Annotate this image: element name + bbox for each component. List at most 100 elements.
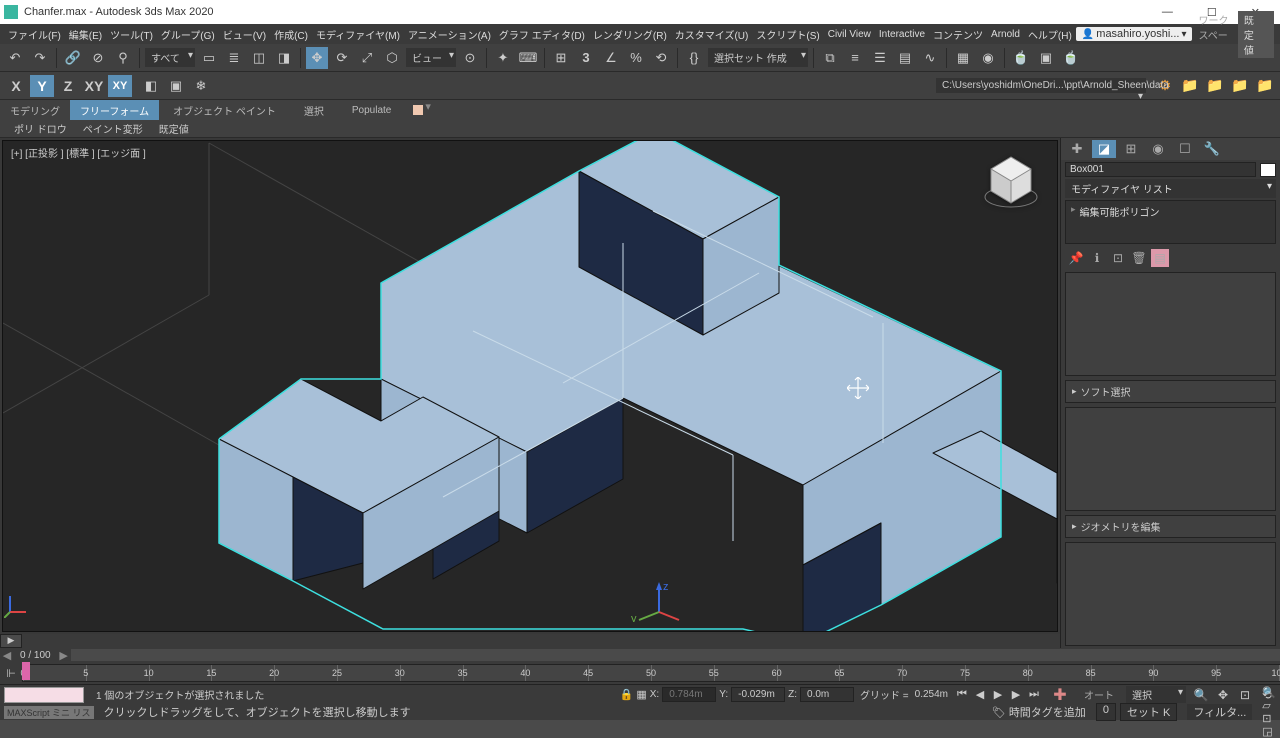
link-icon[interactable]: 🔗 [62,47,84,69]
menu-arnold[interactable]: Arnold [987,29,1024,40]
rollout-edit-geometry[interactable]: ジオメトリを編集 [1065,515,1276,538]
axis-y-button[interactable]: Y [30,75,54,97]
search-icon[interactable]: 🔍 [1192,688,1210,702]
coord-z-field[interactable]: 0.0m [800,687,854,702]
render-frame-icon[interactable]: ▣ [1035,47,1057,69]
motion-tab-icon[interactable]: ◉ [1146,140,1170,158]
play-icon[interactable]: ▶ [990,688,1006,701]
viewport-label[interactable]: [+] [正投影 ] [標準 ] [エッジ面 ] [11,145,146,160]
ribbon-toggle-icon[interactable] [413,105,423,115]
key-mode-icon[interactable]: ✚ [1048,685,1072,705]
project-path-field[interactable]: C:\Users\yoshidm\OneDri...\ppt\Arnold_Sh… [936,78,1146,93]
tab-populate[interactable]: Populate [338,100,405,120]
auto-key-label[interactable]: オート [1078,687,1120,702]
zoom-region-icon[interactable]: 🔍 [1262,686,1276,699]
select-move-icon[interactable]: ✥ [306,47,328,69]
menu-create[interactable]: 作成(C) [270,27,312,42]
object-color-swatch[interactable] [1260,163,1276,177]
render-setup-icon[interactable]: 🍵 [1010,47,1032,69]
axis-xy2-button[interactable]: XY [108,75,132,97]
time-slider-track[interactable] [71,649,1280,661]
undo-icon[interactable]: ↶ [4,47,26,69]
min-max-icon[interactable]: ◲ [1262,725,1276,738]
menu-render[interactable]: レンダリング(R) [589,27,671,42]
tab-freeform[interactable]: フリーフォーム [70,100,159,120]
create-tab-icon[interactable]: ✚ [1065,140,1089,158]
use-pivot-icon[interactable]: ⊙ [459,47,481,69]
select-rotate-icon[interactable]: ⟳ [331,47,353,69]
material-editor-icon[interactable]: ◉ [977,47,999,69]
set-key-button[interactable]: セット K [1120,703,1177,721]
menu-group[interactable]: グループ(G) [157,27,219,42]
folder1-icon[interactable]: 📁 [1179,75,1201,97]
freeze-icon[interactable]: ❄ [190,75,212,97]
menu-help[interactable]: ヘルプ(H) [1024,27,1076,42]
ribbon-icon[interactable]: ▤ [894,47,916,69]
stack-item-editable-poly[interactable]: 編集可能ポリゴン [1068,203,1273,220]
viewport-expand-button[interactable]: ▶ [0,634,22,648]
goto-start-icon[interactable]: ⏮ [954,688,970,701]
hierarchy-tab-icon[interactable]: ⊞ [1119,140,1143,158]
snap-3d-icon[interactable]: 3 [575,47,597,69]
timeline-marker[interactable] [22,662,30,680]
remove-mod-icon[interactable]: 🗑 [1130,249,1148,267]
modifier-list-dropdown[interactable]: モディファイヤ リスト [1065,179,1276,198]
menu-customize[interactable]: カスタマイズ(U) [671,27,753,42]
trackbar-icon[interactable]: ⊩ [0,667,22,680]
layer-icon[interactable]: ☰ [869,47,891,69]
slider-left-button[interactable]: ◀ [0,649,14,662]
axis-xy-button[interactable]: XY [82,75,106,97]
schematic-icon[interactable]: ▦ [952,47,974,69]
time-tag-button[interactable]: 🏷 時間タグを追加 [992,704,1086,720]
menu-interactive[interactable]: Interactive [875,29,929,40]
pan-icon[interactable]: ✥ [1214,688,1232,702]
workspace-dropdown[interactable]: 既定値 [1238,11,1274,58]
mirror-icon[interactable]: ⧉ [819,47,841,69]
zoom-extents-icon[interactable]: ⊡ [1236,688,1254,702]
angle-snap-icon[interactable]: ∠ [600,47,622,69]
edit-named-sel-icon[interactable]: {} [683,47,705,69]
isolate-icon[interactable]: ◧ [140,75,162,97]
unhide-icon[interactable]: ▣ [165,75,187,97]
selection-filter-dropdown[interactable]: すべて [145,48,195,67]
timeline-ruler[interactable]: 0510152025303540455055606570758085909510… [22,664,1280,682]
user-badge[interactable]: masahiro.yoshi...▾ [1076,27,1193,41]
coord-y-field[interactable]: -0.029m [731,687,785,702]
isolate-sel-icon[interactable]: ▦ [636,688,646,701]
unlink-icon[interactable]: ⊘ [87,47,109,69]
menu-animation[interactable]: アニメーション(A) [404,27,495,42]
menu-edit[interactable]: 編集(E) [65,27,106,42]
tab-modeling[interactable]: モデリング [0,100,70,120]
bind-icon[interactable]: ⚲ [112,47,134,69]
slider-right-button[interactable]: ▶ [57,649,71,662]
subtab-polydraw[interactable]: ポリ ドロウ [6,120,75,137]
align-icon[interactable]: ≡ [844,47,866,69]
menu-file[interactable]: ファイル(F) [4,27,65,42]
tab-selection[interactable]: 選択 [290,100,338,120]
maxscript-label[interactable]: MAXScript ミニ リス [4,706,94,719]
key-filter-dropdown[interactable]: 選択 [1126,686,1186,703]
display-tab-icon[interactable]: ☐ [1173,140,1197,158]
select-manipulate-icon[interactable]: ✦ [492,47,514,69]
keyboard-shortcut-icon[interactable]: ⌨ [517,47,539,69]
material-preview-swatch[interactable] [4,687,84,703]
select-object-icon[interactable]: ▭ [198,47,220,69]
coord-x-field[interactable]: 0.784m [662,687,716,702]
select-place-icon[interactable]: ⬡ [381,47,403,69]
next-frame-icon[interactable]: ▶ [1008,688,1024,701]
prev-frame-icon[interactable]: ◀ [972,688,988,701]
rollout-soft-selection[interactable]: ソフト選択 [1065,380,1276,403]
pin-stack-icon[interactable]: 📌 [1067,249,1085,267]
named-selection-dropdown[interactable]: 選択セット 作成 [708,48,808,67]
ref-coord-dropdown[interactable]: ビュー [406,48,456,67]
menu-content[interactable]: コンテンツ [929,27,987,42]
lock-sel-icon[interactable]: 🔒 [620,688,634,701]
menu-civilview[interactable]: Civil View [824,29,875,40]
menu-tools[interactable]: ツール(T) [106,27,157,42]
folder3-icon[interactable]: 📁 [1229,75,1251,97]
menu-view[interactable]: ビュー(V) [219,27,270,42]
menu-modifier[interactable]: モディファイヤ(M) [312,27,404,42]
viewport[interactable]: [+] [正投影 ] [標準 ] [エッジ面 ] [2,140,1058,632]
menu-script[interactable]: スクリプト(S) [752,27,823,42]
snap-2d-icon[interactable]: ⊞ [550,47,572,69]
